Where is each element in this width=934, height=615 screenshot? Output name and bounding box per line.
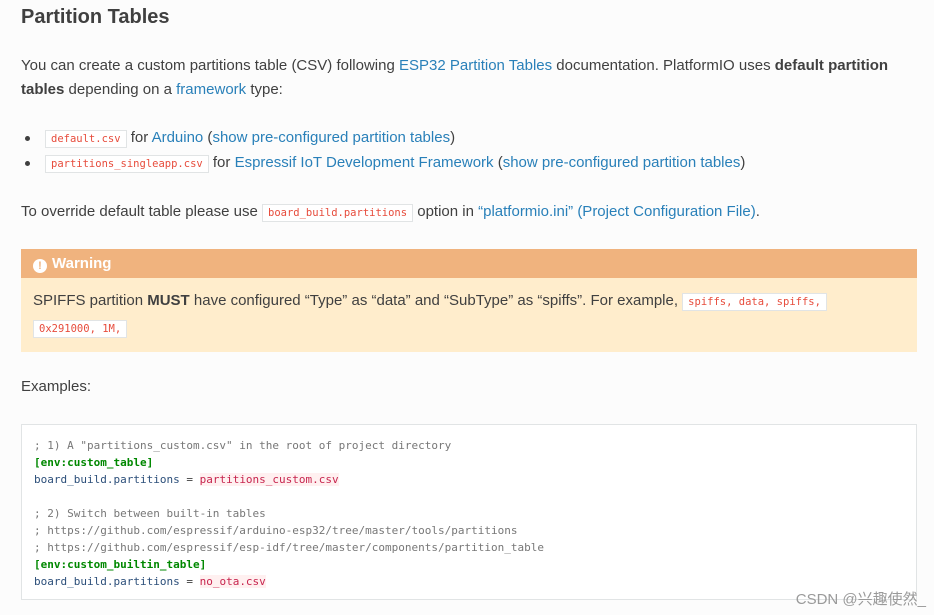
show-partition-tables-link[interactable]: show pre-configured partition tables (503, 154, 741, 171)
override-paragraph: To override default table please use boa… (21, 200, 760, 225)
code-comment: ; 1) A "partitions_custom.csv" in the ro… (34, 439, 452, 452)
inline-code: partitions_singleapp.csv (45, 155, 209, 173)
code-section: [env:custom_table] (34, 456, 154, 469)
code-key: board_build.partitions (34, 473, 180, 486)
list-item: default.csv for Arduino (show pre-config… (21, 126, 745, 151)
show-partition-tables-link[interactable]: show pre-configured partition tables (212, 129, 450, 146)
intro-text: You can create a custom partitions table… (21, 57, 399, 74)
code-comment: ; https://github.com/espressif/esp-idf/t… (34, 541, 544, 554)
code-line: board_build.partitions = no_ota.csv (34, 573, 904, 590)
list-item: partitions_singleapp.csv for Espressif I… (21, 151, 745, 176)
override-text: option in (413, 203, 479, 220)
code-line: board_build.partitions = partitions_cust… (34, 471, 904, 488)
list-text: ) (740, 154, 746, 171)
code-key: board_build.partitions (34, 575, 180, 588)
warning-title: ! Warning (21, 249, 917, 278)
watermark: CSDN @兴趣使然_ (795, 591, 926, 608)
code-value: partitions_custom.csv (199, 473, 339, 486)
examples-label: Examples: (21, 378, 92, 395)
intro-text: type: (246, 81, 283, 98)
code-comment: ; 2) Switch between built-in tables (34, 507, 266, 520)
intro-text: depending on a (64, 81, 177, 98)
warning-body: SPIFFS partition MUST have configured “T… (21, 278, 917, 342)
code-section: [env:custom_builtin_table] (34, 558, 207, 571)
arduino-link[interactable]: Arduino (152, 129, 204, 146)
list-text: for (126, 129, 152, 146)
partition-list: default.csv for Arduino (show pre-config… (21, 126, 745, 176)
esp32-partition-tables-link[interactable]: ESP32 Partition Tables (399, 57, 552, 74)
framework-link[interactable]: framework (176, 81, 246, 98)
code-comment: ; https://github.com/espressif/arduino-e… (34, 524, 518, 537)
code-block: ; 1) A "partitions_custom.csv" in the ro… (21, 424, 917, 600)
page-title: Partition Tables (21, 6, 170, 28)
espressif-idf-link[interactable]: Espressif IoT Development Framework (235, 154, 494, 171)
inline-code: 0x291000, 1M, (33, 320, 128, 338)
list-text: for (208, 154, 235, 171)
inline-code: board_build.partitions (262, 204, 414, 222)
platformio-ini-link[interactable]: “platformio.ini” (Project Configuration … (478, 203, 756, 220)
inline-code: spiffs, data, spiffs, (682, 293, 827, 311)
list-text: ) (450, 129, 456, 146)
warning-title-text: Warning (52, 255, 112, 272)
list-text: ( (493, 154, 503, 171)
exclamation-icon: ! (33, 259, 47, 273)
code-operator: = (179, 473, 200, 486)
warning-text: have configured “Type” as “data” and “Su… (189, 292, 683, 309)
warning-admonition: ! Warning SPIFFS partition MUST have conf… (21, 249, 917, 352)
override-text: To override default table please use (21, 203, 262, 220)
override-text: . (755, 203, 760, 220)
intro-text: documentation. PlatformIO uses (552, 57, 775, 74)
inline-code: default.csv (45, 130, 127, 148)
warning-text: SPIFFS partition (33, 292, 148, 309)
code-operator: = (179, 575, 200, 588)
code-value: no_ota.csv (199, 575, 266, 588)
intro-paragraph: You can create a custom partitions table… (21, 54, 891, 102)
warning-bold: MUST (147, 292, 190, 309)
